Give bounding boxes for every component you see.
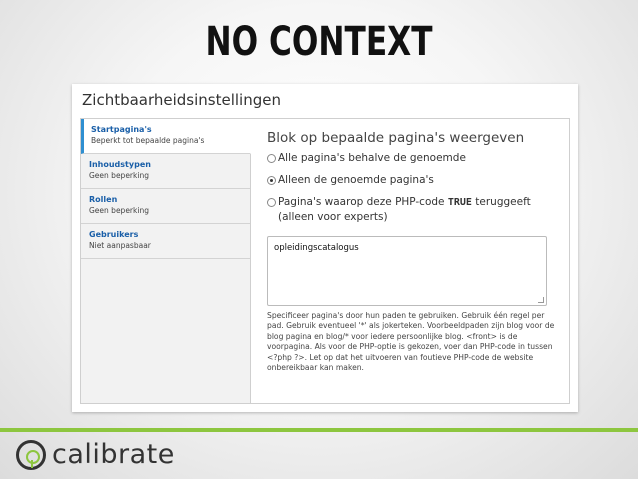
radio-option-all-except[interactable]: Alle pagina's behalve de genoemde — [267, 151, 563, 165]
tab-name: Inhoudstypen — [89, 160, 151, 169]
radio-label: Alleen de genoemde pagina's — [278, 174, 434, 186]
tab-name: Startpagina's — [91, 125, 152, 134]
radio-button-selected[interactable] — [267, 176, 276, 185]
tab-summary: Geen beperking — [89, 206, 149, 215]
tab-inhoudstypen[interactable]: Inhoudstypen Geen beperking — [81, 154, 250, 189]
help-text: Specificeer pagina's door hun paden te g… — [267, 311, 555, 373]
tab-summary: Geen beperking — [89, 171, 149, 180]
radio-label: Pagina's waarop deze PHP-code TRUE terug… — [278, 195, 563, 224]
calibrate-logo: calibrate — [16, 440, 175, 470]
code-keyword: TRUE — [447, 197, 472, 208]
pane-title: Blok op bepaalde pagina's weergeven — [267, 130, 525, 146]
vertical-tabs-container: Startpagina's Beperkt tot bepaalde pagin… — [80, 118, 570, 404]
radio-label-start: Pagina's waarop deze PHP-code — [278, 196, 448, 208]
radio-button[interactable] — [267, 154, 276, 163]
tab-startpaginas[interactable]: Startpagina's Beperkt tot bepaalde pagin… — [81, 119, 251, 154]
pages-textarea[interactable]: opleidingscatalogus — [267, 236, 547, 306]
tab-pane: Blok op bepaalde pagina's weergeven Alle… — [267, 129, 563, 373]
calibrate-logo-icon — [16, 440, 46, 470]
tab-summary: Beperkt tot bepaalde pagina's — [91, 136, 205, 145]
radio-button[interactable] — [267, 198, 276, 207]
footer-divider — [0, 428, 638, 432]
slide-title: NO CONTEXT — [205, 19, 433, 65]
resize-grip-icon[interactable] — [538, 297, 544, 303]
screenshot-panel: Zichtbaarheidsinstellingen Startpagina's… — [72, 84, 578, 412]
section-title: Zichtbaarheidsinstellingen — [82, 91, 281, 109]
vertical-tabs-list: Startpagina's Beperkt tot bepaalde pagin… — [81, 119, 251, 403]
radio-label: Alle pagina's behalve de genoemde — [278, 152, 466, 164]
tab-name: Rollen — [89, 195, 118, 204]
radio-option-php[interactable]: Pagina's waarop deze PHP-code TRUE terug… — [267, 195, 563, 224]
logo-text: calibrate — [52, 439, 175, 470]
tab-name: Gebruikers — [89, 230, 139, 239]
radio-option-only-listed[interactable]: Alleen de genoemde pagina's — [267, 173, 563, 187]
tab-rollen[interactable]: Rollen Geen beperking — [81, 189, 250, 224]
tab-gebruikers[interactable]: Gebruikers Niet aanpasbaar — [81, 224, 250, 259]
textarea-value: opleidingscatalogus — [274, 243, 359, 253]
tab-summary: Niet aanpasbaar — [89, 241, 151, 250]
